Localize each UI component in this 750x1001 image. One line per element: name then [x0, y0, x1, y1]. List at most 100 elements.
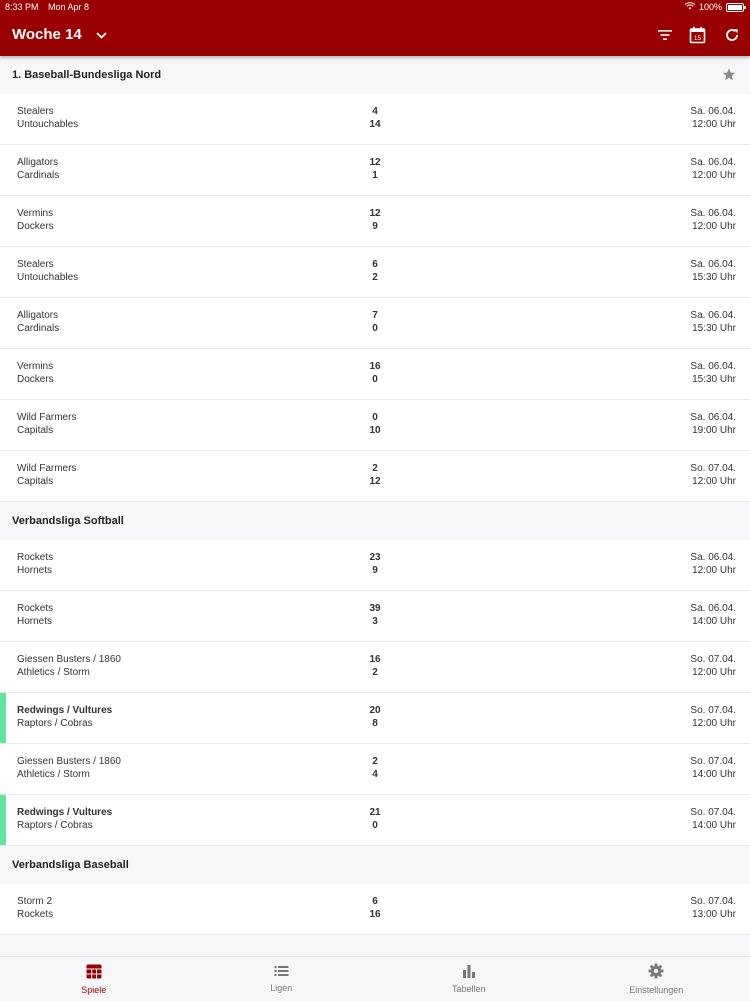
game-time: 12:00 Uhr [690, 667, 736, 680]
game-time: 15:30 Uhr [690, 374, 736, 387]
game-time: 15:30 Uhr [690, 272, 736, 285]
league-header[interactable]: 1. Baseball-Bundesliga Nord [0, 56, 750, 94]
game-date: So. 07.04. [690, 463, 736, 476]
home-team: Giessen Busters / 1860 [17, 756, 121, 769]
away-score: 14 [340, 119, 410, 132]
wifi-icon [685, 0, 695, 14]
home-score: 12 [340, 208, 410, 221]
game-row[interactable]: AlligatorsCardinals70Sa. 06.04.15:30 Uhr [0, 298, 750, 349]
teams: Giessen Busters / 1860Athletics / Storm [17, 654, 121, 679]
game-date: Sa. 06.04. [690, 259, 736, 272]
teams: StealersUntouchables [17, 106, 78, 131]
game-row[interactable]: RocketsHornets239Sa. 06.04.12:00 Uhr [0, 540, 750, 591]
game-row[interactable]: AlligatorsCardinals121Sa. 06.04.12:00 Uh… [0, 145, 750, 196]
home-team: Stealers [17, 259, 78, 272]
away-score: 9 [340, 565, 410, 578]
calendar-icon[interactable]: 15 [688, 26, 706, 44]
away-score: 2 [340, 272, 410, 285]
away-score: 8 [340, 718, 410, 731]
game-time: 12:00 Uhr [690, 170, 736, 183]
league-title: Verbandsliga Softball [12, 515, 124, 527]
game-date: Sa. 06.04. [690, 361, 736, 374]
league-section: Verbandsliga Baseball Storm 2Rockets 616 So… [0, 846, 750, 935]
tab-label: Ligen [270, 983, 292, 993]
away-team: Raptors / Cobras [17, 820, 112, 833]
game-row[interactable]: VerminsDockers129Sa. 06.04.12:00 Uhr [0, 196, 750, 247]
home-team: Giessen Busters / 1860 [17, 654, 121, 667]
teams: VerminsDockers [17, 361, 54, 386]
game-row[interactable]: Giessen Busters / 1860Athletics / Storm2… [0, 744, 750, 795]
filter-icon[interactable] [656, 26, 674, 44]
scores: 62 [340, 259, 410, 284]
away-team: Untouchables [17, 119, 78, 132]
game-date: Sa. 06.04. [690, 603, 736, 616]
game-row[interactable]: VerminsDockers160Sa. 06.04.15:30 Uhr [0, 349, 750, 400]
teams: Wild FarmersCapitals [17, 412, 76, 437]
game-datetime: So. 07.04.14:00 Uhr [690, 807, 736, 832]
status-time: 8:33 PM [5, 0, 39, 14]
status-date: Mon Apr 8 [48, 0, 89, 14]
teams: Redwings / VulturesRaptors / Cobras [17, 705, 112, 730]
home-score: 39 [340, 603, 410, 616]
tab-ligen[interactable]: Ligen [188, 957, 376, 1001]
list-icon [274, 965, 289, 979]
teams: Storm 2Rockets [17, 896, 53, 921]
away-score: 16 [340, 909, 410, 922]
game-datetime: Sa. 06.04.15:30 Uhr [690, 310, 736, 335]
tab-spiele[interactable]: Spiele [0, 957, 188, 1001]
home-team: Vermins [17, 361, 54, 374]
scores: 616 [340, 896, 410, 921]
game-datetime: Sa. 06.04.15:30 Uhr [690, 259, 736, 284]
home-score: 16 [340, 654, 410, 667]
teams: AlligatorsCardinals [17, 157, 59, 182]
game-row[interactable]: RocketsHornets393Sa. 06.04.14:00 Uhr [0, 591, 750, 642]
refresh-icon[interactable] [723, 26, 741, 44]
tab-tabellen[interactable]: Tabellen [375, 957, 563, 1001]
game-date: So. 07.04. [690, 896, 736, 909]
status-bar: 8:33 PM Mon Apr 8 100% [0, 0, 750, 14]
game-date: Sa. 06.04. [690, 552, 736, 565]
game-row[interactable]: StealersUntouchables62Sa. 06.04.15:30 Uh… [0, 247, 750, 298]
teams: RocketsHornets [17, 552, 53, 577]
home-score: 12 [340, 157, 410, 170]
calendar-grid-icon [86, 964, 102, 981]
tab-einstellungen[interactable]: Einstellungen [563, 957, 750, 1001]
games-list[interactable]: 1. Baseball-Bundesliga NordStealersUntou… [0, 56, 750, 956]
game-row[interactable]: Wild FarmersCapitals212So. 07.04.12:00 U… [0, 451, 750, 502]
game-time: 14:00 Uhr [690, 820, 736, 833]
scores: 393 [340, 603, 410, 628]
game-row[interactable]: Redwings / VulturesRaptors / Cobras210So… [0, 795, 750, 846]
tab-label: Spiele [81, 985, 106, 995]
away-score: 2 [340, 667, 410, 680]
game-time: 13:00 Uhr [690, 909, 736, 922]
star-icon[interactable] [722, 68, 736, 84]
game-row[interactable]: Redwings / VulturesRaptors / Cobras208So… [0, 693, 750, 744]
game-date: So. 07.04. [690, 654, 736, 667]
home-team: Vermins [17, 208, 54, 221]
league-header[interactable]: Verbandsliga Baseball [0, 846, 750, 884]
scores: 129 [340, 208, 410, 233]
game-row[interactable]: StealersUntouchables414Sa. 06.04.12:00 U… [0, 94, 750, 145]
away-score: 10 [340, 425, 410, 438]
home-score: 6 [340, 259, 410, 272]
game-date: Sa. 06.04. [690, 106, 736, 119]
away-score: 0 [340, 820, 410, 833]
away-team: Cardinals [17, 170, 59, 183]
away-team: Athletics / Storm [17, 769, 121, 782]
game-row[interactable]: Giessen Busters / 1860Athletics / Storm 1… [0, 642, 750, 693]
game-time: 12:00 Uhr [690, 476, 736, 489]
home-score: 7 [340, 310, 410, 323]
teams: VerminsDockers [17, 208, 54, 233]
home-team: Alligators [17, 157, 59, 170]
week-selector[interactable]: Woche 14 [12, 24, 107, 46]
league-header[interactable]: Verbandsliga Softball [0, 502, 750, 540]
game-row[interactable]: Wild FarmersCapitals010Sa. 06.04.19:00 U… [0, 400, 750, 451]
away-team: Athletics / Storm [17, 667, 121, 680]
game-datetime: Sa. 06.04.14:00 Uhr [690, 603, 736, 628]
home-score: 16 [340, 361, 410, 374]
home-score: 0 [340, 412, 410, 425]
game-datetime: So. 07.04.12:00 Uhr [690, 463, 736, 488]
home-score: 23 [340, 552, 410, 565]
home-score: 2 [340, 463, 410, 476]
game-row[interactable]: Storm 2Rockets 616 So. 07.04.13:00 Uhr [0, 884, 750, 935]
